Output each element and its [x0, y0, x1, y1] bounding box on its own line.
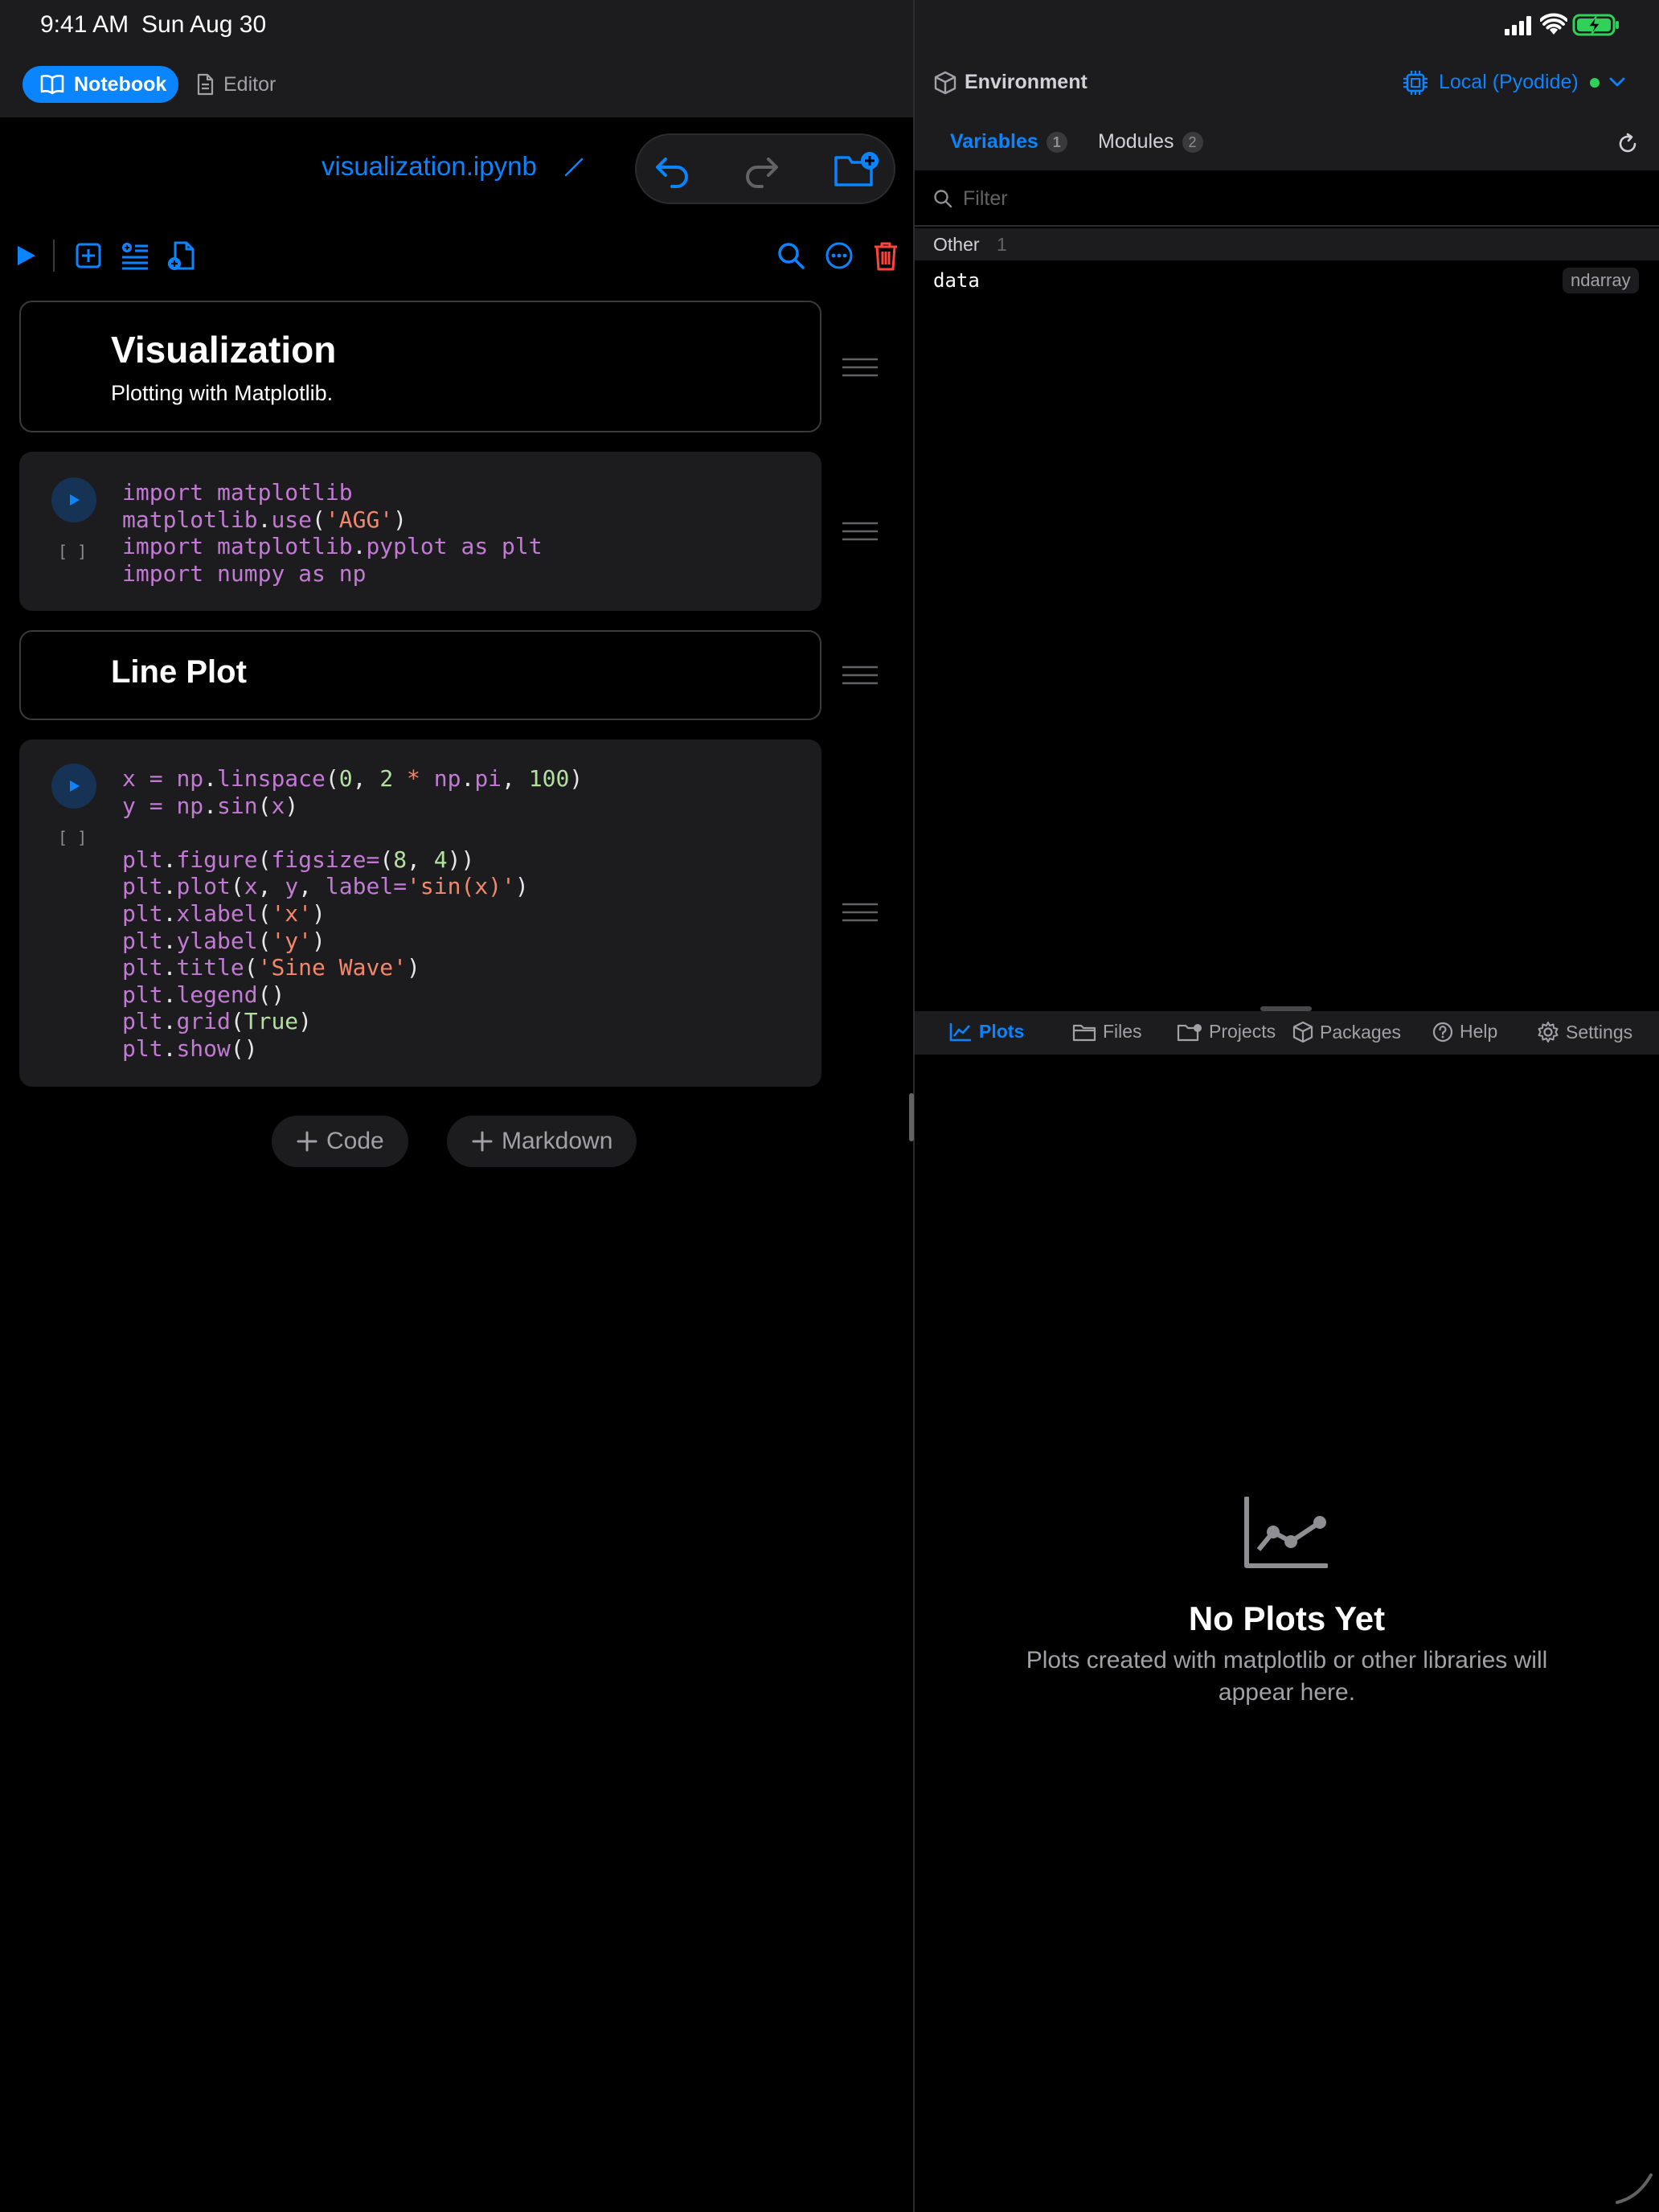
battery-charging-icon [1572, 14, 1619, 36]
add-markdown-cell-button[interactable]: Markdown [447, 1116, 637, 1167]
search-icon[interactable] [775, 240, 807, 272]
toolbar-divider [53, 240, 55, 272]
kernel-name: Local (Pyodide) [1439, 71, 1579, 93]
code-cell[interactable]: [ ] x = np.linspace(0, 2 * np.pi, 100) y… [19, 739, 821, 1087]
markdown-cell[interactable]: Visualization Plotting with Matplotlib. [19, 301, 821, 432]
corner-resize-icon[interactable] [1614, 2165, 1654, 2206]
cpu-chip-icon [1403, 71, 1428, 95]
kernel-status-dot [1590, 78, 1600, 88]
variable-type-badge: ndarray [1563, 268, 1639, 293]
book-icon [40, 75, 64, 95]
play-icon [70, 494, 80, 506]
gear-icon [1538, 1022, 1559, 1043]
folder-badge-icon [1177, 1023, 1202, 1041]
tab-modules-count: 2 [1182, 131, 1203, 153]
code-editor[interactable]: x = np.linspace(0, 2 * np.pi, 100) y = n… [122, 765, 583, 1063]
group-label: Other [933, 234, 980, 255]
chart-line-icon [949, 1022, 971, 1041]
refresh-icon[interactable] [1616, 132, 1640, 156]
tab-help[interactable]: Help [1432, 1021, 1497, 1043]
tab-plots[interactable]: Plots [948, 1021, 1024, 1043]
more-options-icon[interactable] [823, 240, 855, 272]
tab-projects[interactable]: Projects [1177, 1021, 1276, 1043]
notebook-mode-label: Notebook [74, 72, 167, 96]
tab-projects-label: Projects [1209, 1021, 1276, 1042]
editor-mode-button[interactable]: Editor [196, 66, 276, 103]
add-code-label: Code [326, 1128, 384, 1154]
tab-files[interactable]: Files [1072, 1021, 1142, 1043]
tab-files-label: Files [1103, 1021, 1142, 1042]
variable-name: data [933, 269, 980, 292]
kernel-selector[interactable]: Local (Pyodide) [1439, 71, 1579, 94]
run-all-icon[interactable] [10, 240, 42, 272]
delete-trash-icon[interactable] [870, 240, 902, 272]
run-cell-button[interactable] [51, 764, 96, 809]
cube-icon [934, 71, 956, 95]
markdown-text: Plotting with Matplotlib. [111, 381, 334, 405]
run-cell-button[interactable] [51, 477, 96, 522]
rename-pencil-icon[interactable] [563, 156, 585, 178]
tab-packages[interactable]: Packages [1292, 1021, 1401, 1043]
empty-plots-subtitle: Plots created with matplotlib or other l… [1026, 1647, 1548, 1706]
cell-drag-handle-icon[interactable] [842, 666, 878, 685]
help-question-icon [1432, 1022, 1453, 1042]
markdown-heading: Line Plot [111, 654, 247, 690]
editor-mode-label: Editor [223, 72, 276, 96]
package-cube-icon [1292, 1021, 1313, 1043]
chevron-down-icon[interactable] [1608, 74, 1627, 90]
markdown-heading: Visualization [111, 329, 337, 371]
insert-cell-icon[interactable] [72, 240, 104, 272]
variable-row[interactable] [915, 262, 1659, 299]
redo-icon[interactable] [741, 150, 781, 190]
code-editor[interactable]: import matplotlib matplotlib.use('AGG') … [122, 479, 543, 587]
tab-variables-count: 1 [1046, 131, 1067, 153]
play-icon [70, 780, 80, 792]
tab-help-label: Help [1460, 1021, 1498, 1042]
wifi-icon [1540, 13, 1567, 35]
tab-modules[interactable]: Modules 2 [1098, 130, 1203, 154]
code-cell[interactable]: [ ] import matplotlib matplotlib.use('AG… [19, 452, 821, 611]
variable-group-header[interactable] [915, 228, 1659, 260]
cell-drag-handle-icon[interactable] [842, 903, 878, 922]
new-folder-icon[interactable] [833, 150, 881, 190]
document-icon [197, 73, 214, 96]
tab-plots-label: Plots [979, 1021, 1025, 1042]
filter-placeholder: Filter [963, 187, 1008, 210]
execution-count: [ ] [58, 542, 88, 561]
tab-variables[interactable]: Variables 1 [950, 130, 1067, 154]
markdown-cell[interactable]: Line Plot [19, 630, 821, 720]
panel-resize-grip[interactable] [909, 1093, 914, 1141]
status-date: Sun Aug 30 [141, 11, 267, 38]
insert-file-icon[interactable] [166, 240, 198, 272]
notebook-filename[interactable]: visualization.ipynb [322, 151, 537, 182]
cell-drag-handle-icon[interactable] [842, 522, 878, 541]
tab-modules-label: Modules [1098, 130, 1174, 153]
tab-packages-label: Packages [1320, 1021, 1402, 1043]
execution-count: [ ] [58, 828, 88, 847]
notebook-mode-button[interactable]: Notebook [23, 66, 178, 103]
filter-search-icon [934, 190, 952, 208]
plus-icon [297, 1131, 317, 1152]
plus-icon [472, 1131, 493, 1152]
empty-plots-title: No Plots Yet [1188, 1600, 1386, 1637]
group-count: 1 [997, 234, 1007, 255]
empty-chart-icon [1244, 1497, 1328, 1568]
environment-title: Environment [965, 71, 1088, 93]
status-time: 9:41 AM [40, 11, 129, 38]
variable-filter-field[interactable] [915, 170, 1659, 227]
folder-icon [1072, 1024, 1096, 1041]
tab-settings-label: Settings [1566, 1021, 1633, 1043]
cell-drag-handle-icon[interactable] [842, 358, 878, 377]
tab-variables-label: Variables [950, 130, 1038, 153]
add-code-cell-button[interactable]: Code [272, 1116, 408, 1167]
undo-icon[interactable] [653, 150, 693, 190]
tab-settings[interactable]: Settings [1537, 1021, 1632, 1043]
insert-markdown-icon[interactable] [119, 240, 151, 272]
cellular-signal-icon [1505, 16, 1531, 35]
add-markdown-label: Markdown [502, 1128, 613, 1154]
status-bar-left [0, 0, 913, 53]
